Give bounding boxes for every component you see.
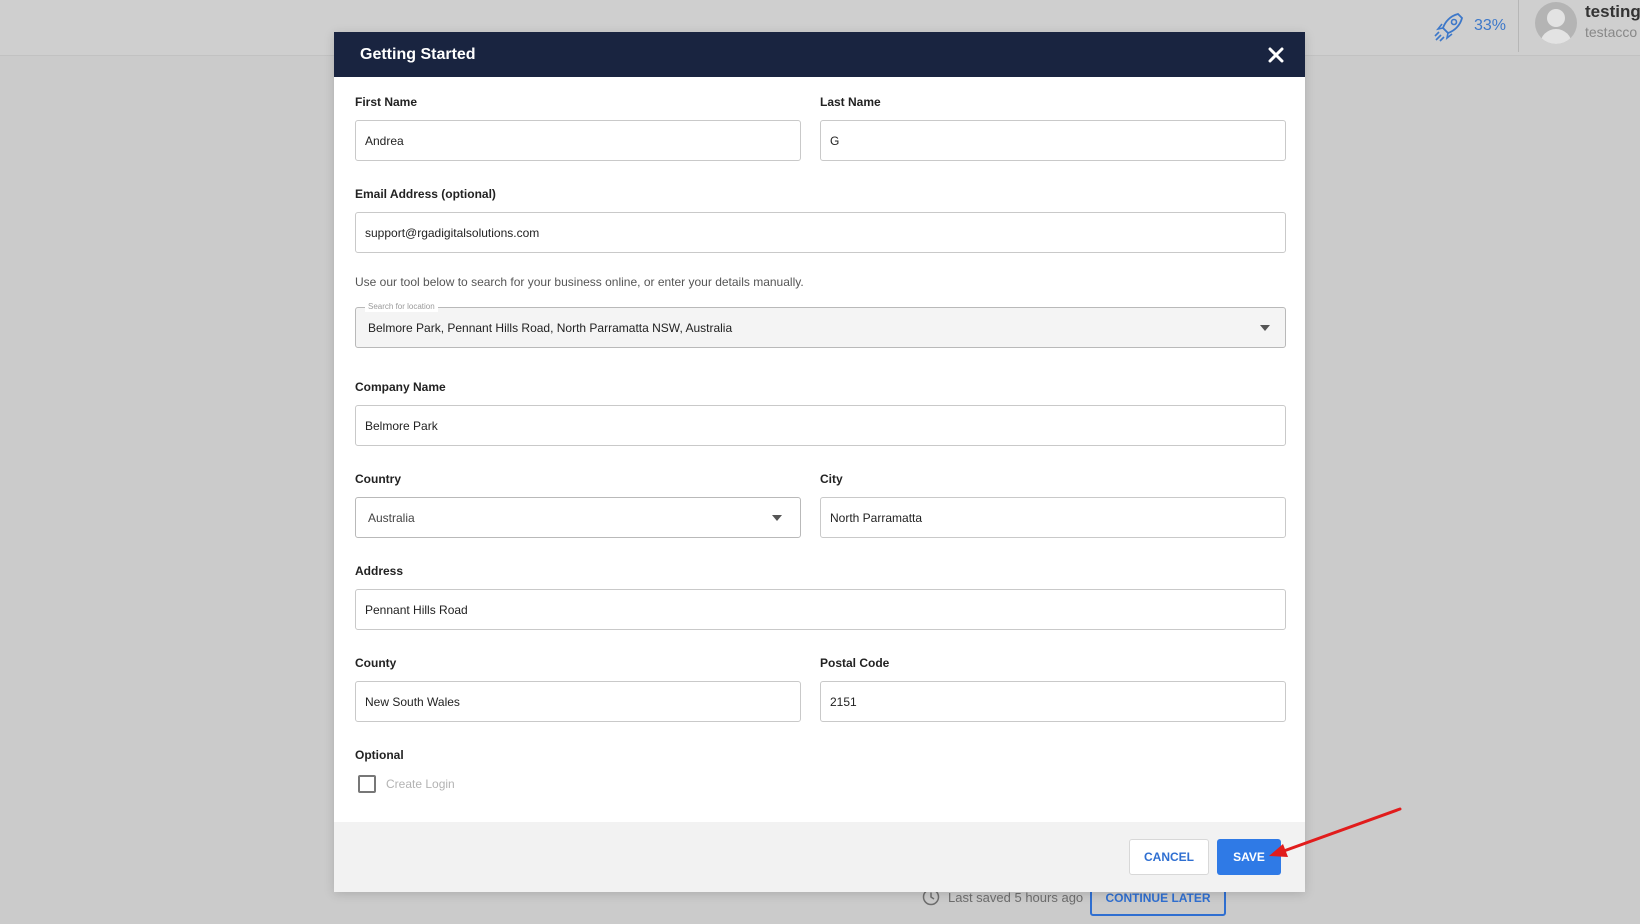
email-label: Email Address (optional) <box>355 187 496 201</box>
address-field[interactable] <box>355 589 1286 630</box>
close-button[interactable] <box>1265 44 1287 66</box>
city-label: City <box>820 472 843 486</box>
location-search-value: Belmore Park, Pennant Hills Road, North … <box>368 321 733 335</box>
optional-label: Optional <box>355 748 404 762</box>
country-select[interactable]: Australia <box>355 497 801 538</box>
arrow-annotation <box>1269 807 1402 857</box>
caret-down-icon <box>772 515 782 521</box>
last-name-label: Last Name <box>820 95 881 109</box>
country-label: Country <box>355 472 401 486</box>
divider <box>1518 0 1519 52</box>
city-field[interactable] <box>820 497 1286 538</box>
avatar-icon[interactable] <box>1535 2 1577 44</box>
search-helper-text: Use our tool below to search for your bu… <box>355 275 804 289</box>
county-field[interactable] <box>355 681 801 722</box>
address-label: Address <box>355 564 404 578</box>
first-name-field[interactable] <box>355 120 801 161</box>
close-icon <box>1268 47 1284 62</box>
create-login-label: Create Login <box>386 777 455 791</box>
first-name-label: First Name <box>355 95 418 109</box>
user-account: testacco <box>1585 24 1638 40</box>
county-label: County <box>355 656 397 670</box>
create-login-row[interactable]: Create Login <box>358 775 455 793</box>
modal-header: Getting Started <box>334 32 1305 77</box>
company-name-label: Company Name <box>355 380 446 394</box>
location-search-legend: Search for location <box>365 302 438 312</box>
email-field[interactable] <box>355 212 1286 253</box>
location-search-select[interactable]: Search for location Belmore Park, Pennan… <box>355 302 1286 348</box>
cancel-button[interactable]: CANCEL <box>1129 839 1209 875</box>
postal-code-field[interactable] <box>820 681 1286 722</box>
modal-footer: CANCEL SAVE <box>334 822 1305 892</box>
caret-down-icon <box>1260 325 1270 331</box>
rocket-icon <box>1434 13 1463 42</box>
last-name-field[interactable] <box>820 120 1286 161</box>
progress-percent: 33% <box>1474 17 1507 34</box>
getting-started-modal: Getting Started First Name Last Name Ema… <box>334 32 1305 892</box>
user-name[interactable]: testing <box>1585 2 1640 22</box>
progress-indicator[interactable]: 33% <box>1432 8 1506 44</box>
company-name-field[interactable] <box>355 405 1286 446</box>
postal-code-label: Postal Code <box>820 656 890 670</box>
create-login-checkbox[interactable] <box>358 775 376 793</box>
country-value: Australia <box>368 511 415 525</box>
modal-title: Getting Started <box>360 45 476 63</box>
